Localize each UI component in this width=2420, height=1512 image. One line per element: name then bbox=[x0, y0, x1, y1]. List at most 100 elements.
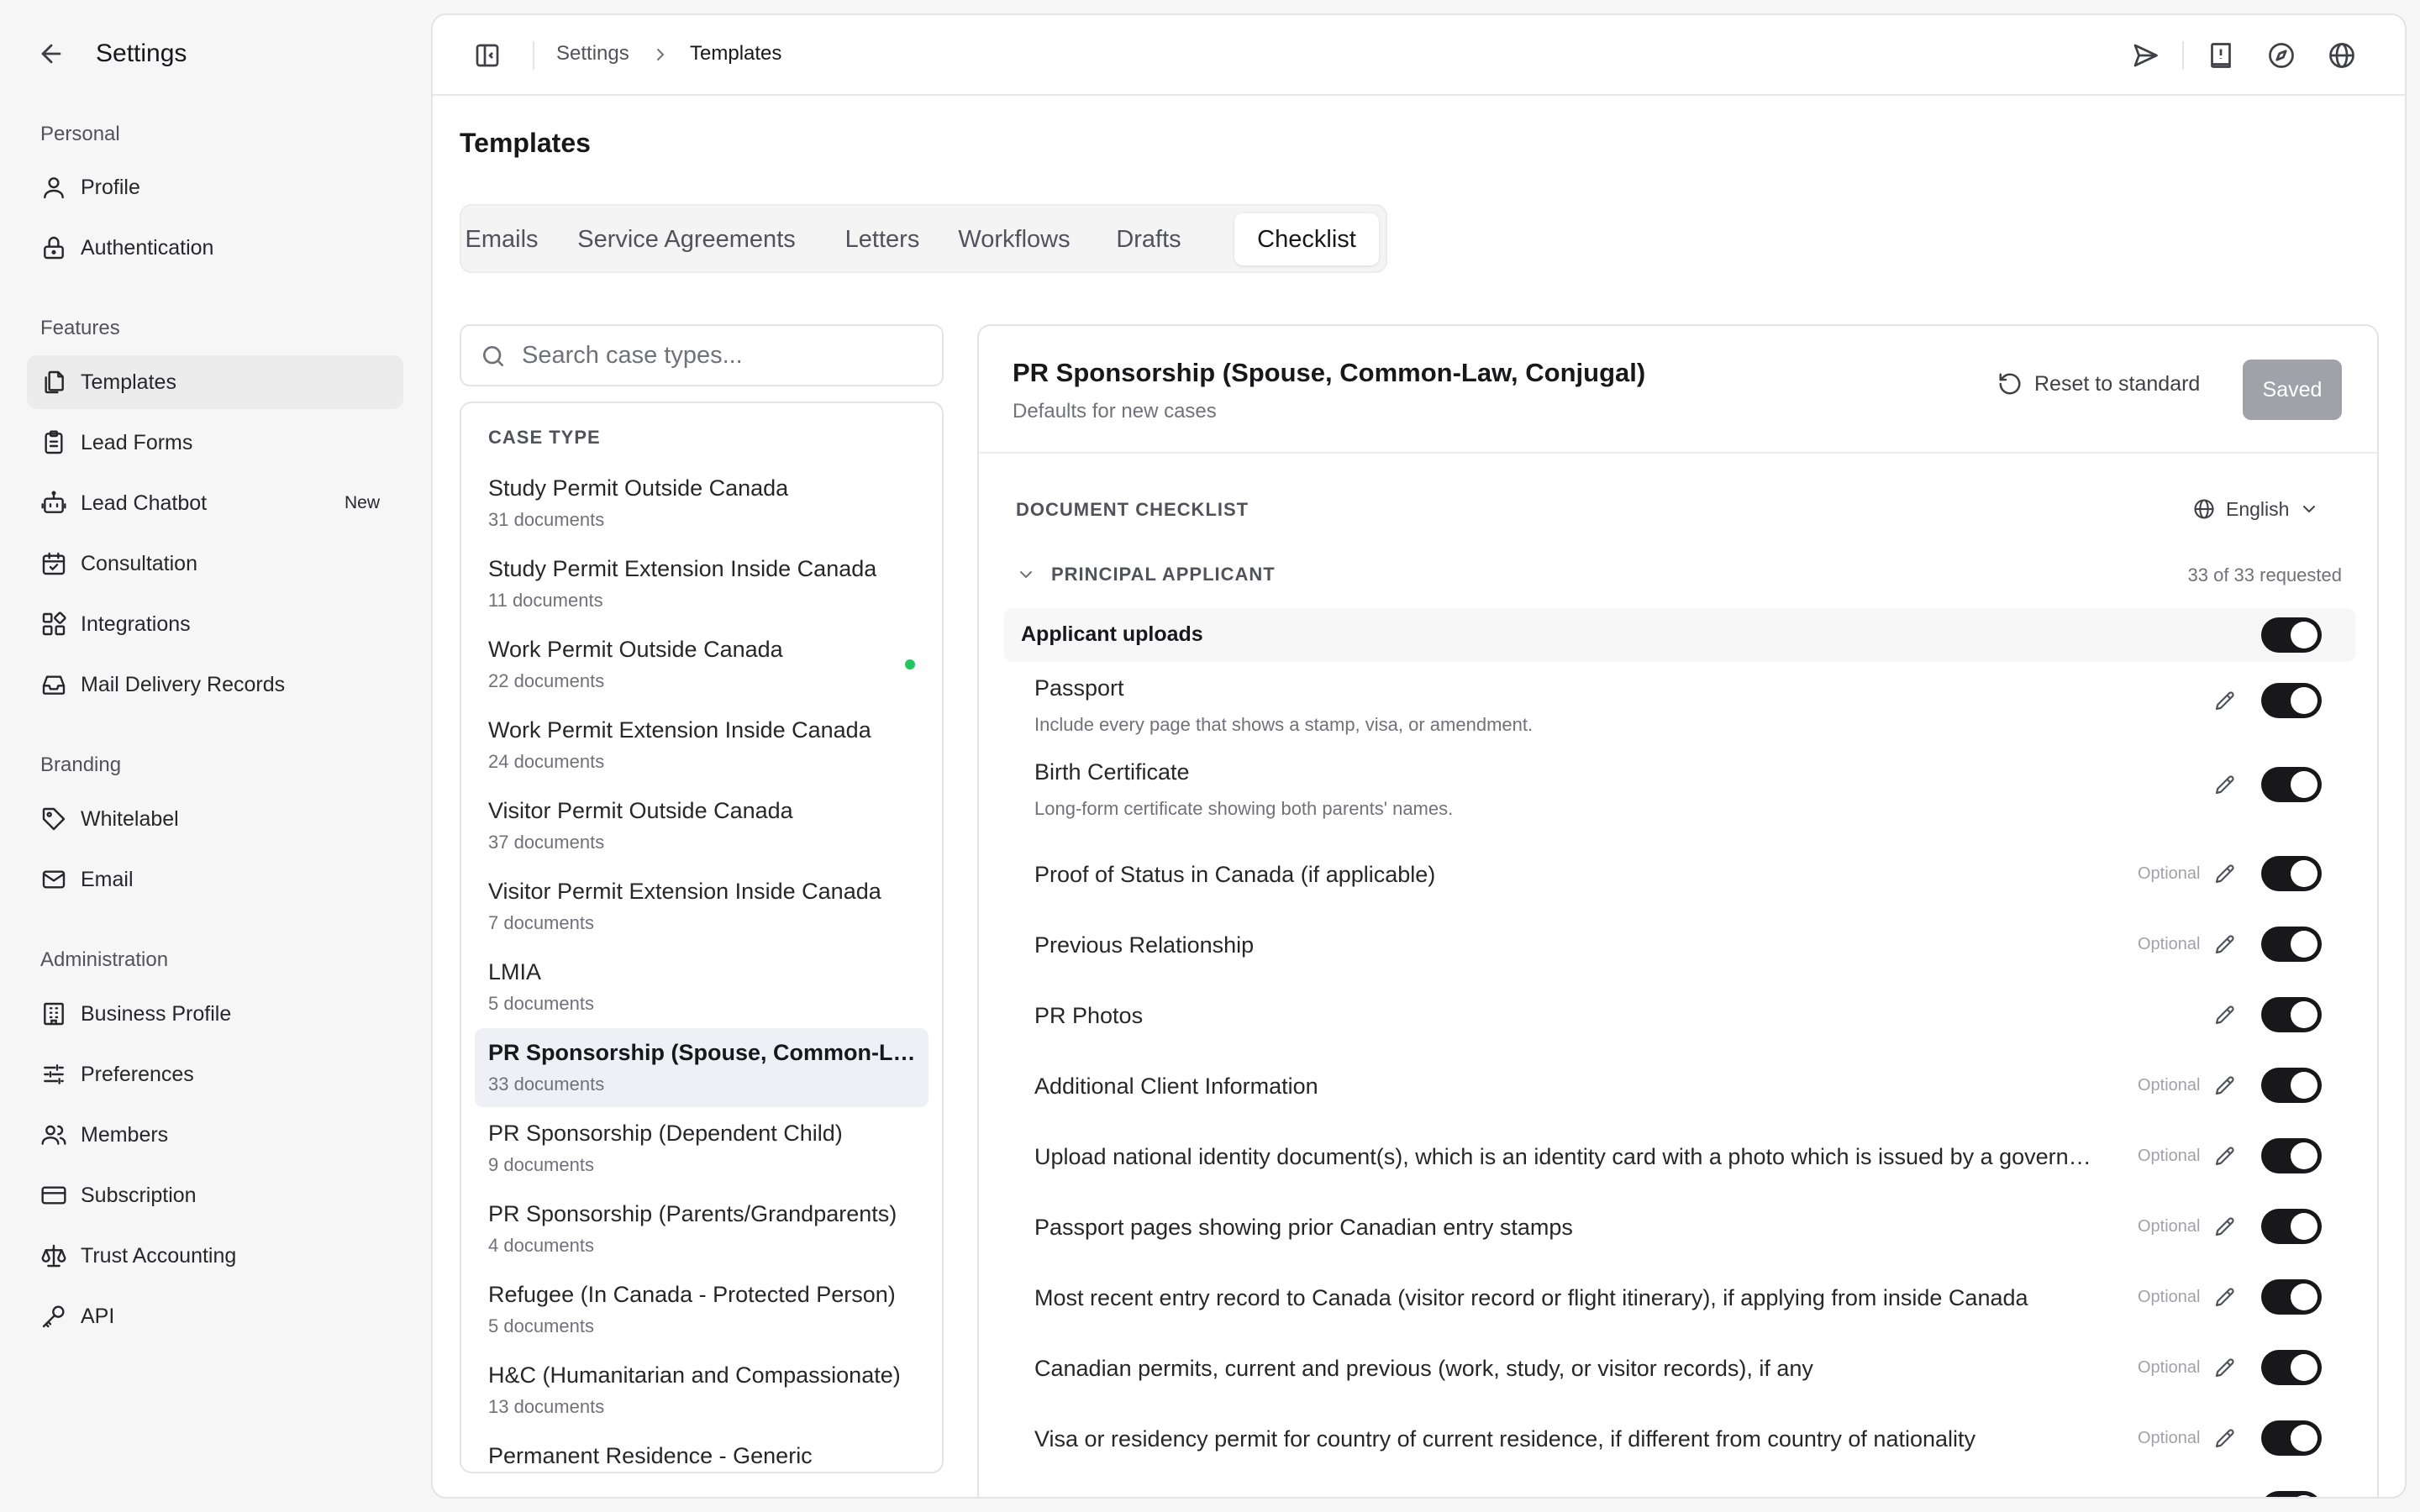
language-select[interactable]: English bbox=[2192, 494, 2319, 524]
sidebar-item-members[interactable]: Members bbox=[27, 1108, 403, 1162]
tab-emails[interactable]: Emails bbox=[466, 213, 539, 265]
sidebar-item-label: Members bbox=[81, 1122, 169, 1147]
sidebar-item-templates[interactable]: Templates bbox=[27, 355, 403, 409]
case-type-item[interactable]: Visitor Permit Outside Canada 37 document… bbox=[475, 786, 929, 865]
document-toggle[interactable] bbox=[2261, 767, 2322, 802]
language-value: English bbox=[2226, 497, 2290, 520]
chevron-down-icon bbox=[2299, 499, 2319, 519]
sidebar-item-lead-forms[interactable]: Lead Forms bbox=[27, 416, 403, 470]
case-type-document-count: 4 documents bbox=[488, 1235, 594, 1256]
case-type-name: Work Permit Outside Canada bbox=[488, 637, 783, 662]
toggle-knob bbox=[2291, 860, 2317, 887]
document-toggle[interactable] bbox=[2261, 1068, 2322, 1103]
document-toggle[interactable] bbox=[2261, 1350, 2322, 1385]
book-icon[interactable] bbox=[2206, 40, 2236, 71]
toggle-knob bbox=[2291, 1072, 2317, 1099]
sidebar-item-profile[interactable]: Profile bbox=[27, 160, 403, 214]
sidebar-item-whitelabel[interactable]: Whitelabel bbox=[27, 792, 403, 846]
case-type-item[interactable]: Visitor Permit Extension Inside Canada 7 … bbox=[475, 867, 929, 946]
case-type-item[interactable]: Permanent Residence - Generic bbox=[475, 1431, 929, 1472]
optional-label: Optional bbox=[2138, 1358, 2201, 1377]
sidebar-item-business-profile[interactable]: Business Profile bbox=[27, 987, 403, 1041]
mail-icon bbox=[40, 866, 67, 893]
document-toggle[interactable] bbox=[2261, 997, 2322, 1032]
checklist-document-row: Upload national identity document(s), wh… bbox=[1004, 1121, 2355, 1191]
section-features: Features bbox=[40, 317, 120, 339]
document-toggle[interactable] bbox=[2261, 1491, 2322, 1497]
case-type-document-count: 33 documents bbox=[488, 1074, 605, 1095]
case-type-item[interactable]: Work Permit Outside Canada 22 documents bbox=[475, 625, 929, 704]
sidebar-item-email[interactable]: Email bbox=[27, 853, 403, 906]
sidebar-item-consultation[interactable]: Consultation bbox=[27, 537, 403, 591]
case-type-item[interactable]: H&C (Humanitarian and Compassionate) 13 d… bbox=[475, 1351, 929, 1430]
pencil-icon[interactable] bbox=[2212, 688, 2238, 713]
arrow-left-icon[interactable] bbox=[37, 39, 66, 68]
pencil-icon[interactable] bbox=[2212, 1284, 2238, 1310]
case-type-item[interactable]: PR Sponsorship (Dependent Child) 9 docume… bbox=[475, 1109, 929, 1188]
pencil-icon[interactable] bbox=[2212, 1143, 2238, 1168]
case-type-item[interactable]: Refugee (In Canada - Protected Person) 5 … bbox=[475, 1270, 929, 1349]
case-type-item[interactable]: LMIA 5 documents bbox=[475, 948, 929, 1026]
users-icon bbox=[40, 1121, 67, 1148]
globe-icon[interactable] bbox=[2327, 40, 2357, 71]
reset-to-standard-button[interactable]: Reset to standard bbox=[1997, 366, 2200, 402]
case-type-item[interactable]: PR Sponsorship (Parents/Grandparents) 4 d… bbox=[475, 1189, 929, 1268]
pencil-icon[interactable] bbox=[2212, 772, 2238, 797]
search-icon bbox=[480, 343, 507, 370]
group-toggle[interactable] bbox=[2261, 617, 2322, 653]
optional-label: Optional bbox=[2138, 1288, 2201, 1306]
sidebar-item-trust-accounting[interactable]: Trust Accounting bbox=[27, 1229, 403, 1283]
case-type-item[interactable]: PR Sponsorship (Spouse, Common-Law, Conj… bbox=[475, 1028, 929, 1107]
tab-drafts[interactable]: Drafts bbox=[1107, 213, 1191, 265]
sidebar-item-api[interactable]: API bbox=[27, 1289, 403, 1343]
pencil-icon[interactable] bbox=[2212, 1214, 2238, 1239]
document-toggle[interactable] bbox=[2261, 1279, 2322, 1315]
case-type-document-count: 31 documents bbox=[488, 509, 605, 530]
sidebar-item-lead-chatbot[interactable]: Lead Chatbot New bbox=[27, 476, 403, 530]
document-toggle[interactable] bbox=[2261, 683, 2322, 718]
sidebar-item-authentication[interactable]: Authentication bbox=[27, 221, 403, 275]
toggle-knob bbox=[2291, 1284, 2317, 1310]
send-icon[interactable] bbox=[2130, 40, 2160, 71]
document-toggle[interactable] bbox=[2261, 927, 2322, 962]
sidebar-item-subscription[interactable]: Subscription bbox=[27, 1168, 403, 1222]
sidebar-item-label: Lead Chatbot bbox=[81, 491, 208, 515]
checklist-document-row: Proof of Status in Canada (if applicable… bbox=[1004, 838, 2355, 909]
checklist-document-row: Canadian permits, current and previous (… bbox=[1004, 1332, 2355, 1403]
tab-workflows[interactable]: Workflows bbox=[949, 213, 1080, 265]
saved-button[interactable]: Saved bbox=[2243, 360, 2342, 420]
pencil-icon[interactable] bbox=[2212, 1355, 2238, 1380]
case-type-title: PR Sponsorship (Spouse, Common-Law, Conj… bbox=[1013, 358, 1646, 387]
pencil-icon[interactable] bbox=[2212, 1073, 2238, 1098]
case-type-item[interactable]: Study Permit Extension Inside Canada 11 d… bbox=[475, 544, 929, 623]
sidebar-item-preferences[interactable]: Preferences bbox=[27, 1047, 403, 1101]
applicant-uploads-group: Applicant uploads bbox=[1004, 608, 2355, 662]
sidebar-item-mail-delivery-records[interactable]: Mail Delivery Records bbox=[27, 658, 403, 711]
compass-icon[interactable] bbox=[2266, 40, 2296, 71]
document-toggle[interactable] bbox=[2261, 1138, 2322, 1173]
case-type-item[interactable]: Study Permit Outside Canada 31 documents bbox=[475, 464, 929, 543]
case-type-item[interactable]: Work Permit Extension Inside Canada 24 do… bbox=[475, 706, 929, 785]
sidebar-item-integrations[interactable]: Integrations bbox=[27, 597, 403, 651]
search-input[interactable] bbox=[522, 326, 934, 385]
document-toggle[interactable] bbox=[2261, 856, 2322, 891]
tab-letters[interactable]: Letters bbox=[836, 213, 929, 265]
document-checklist-title: DOCUMENT CHECKLIST bbox=[1016, 499, 1249, 520]
pencil-icon[interactable] bbox=[2212, 1002, 2238, 1027]
tab-service-agreements[interactable]: Service Agreements bbox=[560, 213, 813, 265]
sidebar-toggle-icon[interactable] bbox=[472, 40, 502, 71]
document-toggle[interactable] bbox=[2261, 1420, 2322, 1456]
principal-applicant-section-toggle[interactable]: PRINCIPAL APPLICANT bbox=[1016, 559, 1276, 590]
requested-count: 33 of 33 requested bbox=[2187, 564, 2342, 585]
pencil-icon[interactable] bbox=[2212, 861, 2238, 886]
clipboard-icon bbox=[40, 429, 67, 456]
document-toggle[interactable] bbox=[2261, 1209, 2322, 1244]
pencil-icon[interactable] bbox=[2212, 1425, 2238, 1451]
optional-label: Optional bbox=[2138, 864, 2201, 883]
pencil-icon[interactable] bbox=[2212, 932, 2238, 957]
sidebar-item-label: Mail Delivery Records bbox=[81, 672, 286, 696]
tab-checklist[interactable]: Checklist bbox=[1234, 213, 1379, 265]
section-branding: Branding bbox=[40, 753, 122, 776]
pencil-icon[interactable] bbox=[2212, 1496, 2238, 1497]
breadcrumb-root[interactable]: Settings bbox=[556, 42, 629, 66]
